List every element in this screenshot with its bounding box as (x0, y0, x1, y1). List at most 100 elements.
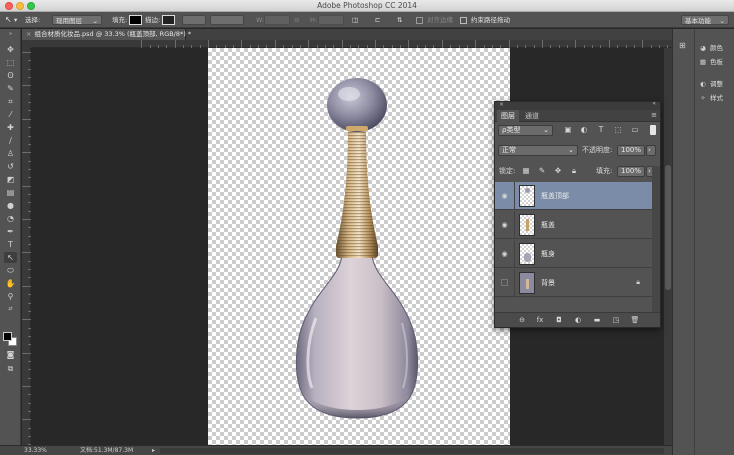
layers-panel-header[interactable]: × « (495, 100, 660, 110)
eraser-tool-icon[interactable]: ◩ (4, 174, 17, 185)
ruler-tick (174, 40, 176, 48)
layer-row[interactable]: ◉ 瓶盖顶部 (495, 182, 652, 210)
dock-item-swatches-label: 色板 (710, 58, 723, 66)
opacity-slider-toggle[interactable]: › (646, 145, 656, 156)
move-tool-icon[interactable]: ✥ (4, 44, 17, 55)
dock-item-adjustments[interactable]: ◐ 调整 (699, 79, 723, 89)
eye-icon[interactable]: ◉ (500, 192, 509, 200)
quick-mask-icon[interactable]: ◙ (4, 349, 17, 360)
height-field[interactable] (318, 15, 344, 25)
path-selection-tool-icon[interactable]: ↖ (4, 252, 17, 263)
add-mask-icon[interactable]: ◘ (554, 316, 564, 325)
zoom-tool-icon[interactable]: ⚲ (4, 291, 17, 302)
vertical-scrollbar-thumb[interactable] (665, 165, 671, 290)
swap-colors-icon[interactable]: ⇄ (4, 304, 17, 315)
link-layers-icon[interactable]: ⊖ (517, 316, 527, 325)
gradient-tool-icon[interactable]: ▤ (4, 187, 17, 198)
filter-type-icon[interactable]: T (596, 125, 606, 135)
status-menu-arrow-icon[interactable]: ▸ (152, 446, 155, 455)
dodge-tool-icon[interactable]: ◔ (4, 213, 17, 224)
dock-item-swatches[interactable]: ▦ 色板 (699, 57, 723, 67)
crop-tool-icon[interactable]: ⌗ (4, 96, 17, 107)
eyedropper-tool-icon[interactable]: ⁄ (4, 109, 17, 120)
lasso-tool-icon[interactable]: ʘ (4, 70, 17, 81)
width-field[interactable] (264, 15, 290, 25)
layer-row[interactable]: 背景 🔒︎ (495, 269, 652, 297)
panel-close-icon[interactable]: × (499, 101, 504, 108)
fill-color-swatch[interactable] (129, 15, 142, 25)
stroke-type-dropdown[interactable] (210, 15, 244, 25)
eye-icon[interactable]: ◉ (500, 250, 509, 258)
layer-filter-dropdown[interactable]: ρ类型 ⌄ (498, 125, 553, 136)
history-panel-icon[interactable]: ⊞ (679, 41, 686, 50)
hand-tool-icon[interactable]: ✋ (4, 278, 17, 289)
brush-tool-icon[interactable]: ∕ (4, 135, 17, 146)
align-edges-checkbox[interactable] (416, 17, 423, 24)
zoom-level[interactable]: 33.33% (24, 446, 47, 455)
visibility-toggle-off[interactable] (501, 279, 508, 286)
constrain-path-checkbox[interactable] (460, 17, 467, 24)
filter-toggle-switch[interactable] (650, 125, 656, 135)
path-arrangement-icon[interactable]: ⇅ (397, 15, 402, 25)
tab-channels[interactable]: 通道 (521, 110, 543, 122)
marquee-tool-icon[interactable]: ⬚ (4, 57, 17, 68)
screen-mode-icon[interactable]: ⧉ (4, 363, 17, 374)
history-brush-tool-icon[interactable]: ↺ (4, 161, 17, 172)
eye-icon[interactable]: ◉ (500, 221, 509, 229)
opacity-field[interactable]: 100% (617, 145, 645, 156)
filter-adjustment-icon[interactable]: ◐ (579, 125, 589, 135)
ruler-tick (508, 40, 510, 48)
foreground-color-swatch[interactable] (3, 332, 12, 341)
document-canvas[interactable] (208, 48, 510, 445)
horizontal-ruler[interactable] (31, 40, 672, 48)
layer-row[interactable]: ◉ 瓶身 (495, 240, 652, 268)
vertical-ruler[interactable] (22, 48, 31, 446)
dock-item-color[interactable]: ◕ 颜色 (699, 43, 723, 53)
stroke-color-swatch[interactable] (162, 15, 175, 25)
path-alignment-icon[interactable]: ⊏ (375, 15, 380, 25)
filter-shape-icon[interactable]: ⬚ (613, 125, 623, 135)
pen-tool-icon[interactable]: ✒ (4, 226, 17, 237)
link-icon[interactable]: ⊝ (294, 15, 299, 25)
clone-stamp-tool-icon[interactable]: ♙ (4, 148, 17, 159)
tool-preset-dropdown-arrow-icon[interactable]: ▾ (14, 15, 17, 25)
filter-pixel-icon[interactable]: ▣ (563, 125, 573, 135)
layer-name[interactable]: 瓶盖 (541, 220, 555, 230)
tab-layers[interactable]: 图层 (497, 110, 519, 122)
document-tab[interactable]: × 组合材质化妆品.psd @ 33.3% (瓶盖顶部, RGB/8*) * (22, 29, 191, 40)
layer-style-fx-icon[interactable]: fx (535, 316, 545, 325)
fill-field[interactable]: 100% (617, 166, 645, 177)
lock-transparent-pixels-icon[interactable]: ▦ (521, 166, 531, 176)
type-tool-icon[interactable]: T (4, 239, 17, 250)
dock-item-styles[interactable]: ✧ 样式 (699, 93, 723, 103)
stroke-width-field[interactable] (182, 15, 206, 25)
new-group-folder-icon[interactable]: ▬ (592, 316, 602, 325)
new-layer-icon[interactable]: ◳ (611, 316, 621, 325)
horizontal-scrollbar[interactable] (160, 448, 664, 454)
filter-smart-object-icon[interactable]: ▭ (630, 125, 640, 135)
delete-layer-trash-icon[interactable]: 🗑︎ (630, 316, 640, 325)
ruler-origin[interactable] (22, 40, 31, 48)
panel-collapse-icon[interactable]: « (652, 100, 656, 107)
layer-name[interactable]: 背景 (541, 278, 555, 288)
ellipse-tool-icon[interactable]: ⬭ (4, 265, 17, 276)
panel-collapse-icon[interactable]: » (4, 31, 17, 37)
lock-image-pixels-icon[interactable]: ✎ (537, 166, 547, 176)
select-mode-dropdown[interactable]: 现用图层 ⌄ (52, 15, 102, 25)
layer-name[interactable]: 瓶盖顶部 (541, 191, 569, 201)
healing-brush-tool-icon[interactable]: ✚ (4, 122, 17, 133)
path-operations-icon[interactable]: ◫ (352, 15, 358, 25)
layer-row[interactable]: ◉ 瓶盖 (495, 211, 652, 239)
layer-name[interactable]: 瓶身 (541, 249, 555, 259)
panel-menu-icon[interactable]: ≡ (651, 111, 657, 119)
path-select-tool-icon[interactable]: ↖ (5, 15, 12, 25)
select-mode-value: 现用图层 (56, 17, 82, 25)
quick-select-tool-icon[interactable]: ✎ (4, 83, 17, 94)
close-tab-icon[interactable]: × (26, 30, 31, 38)
lock-position-icon[interactable]: ✥ (553, 166, 563, 176)
lock-all-icon[interactable]: 🔒︎ (569, 166, 579, 176)
blend-mode-dropdown[interactable]: 正常 ⌄ (498, 145, 578, 156)
layers-scrollbar[interactable] (652, 166, 660, 312)
blur-tool-icon[interactable]: ● (4, 200, 17, 211)
new-adjustment-layer-icon[interactable]: ◐ (573, 316, 583, 325)
